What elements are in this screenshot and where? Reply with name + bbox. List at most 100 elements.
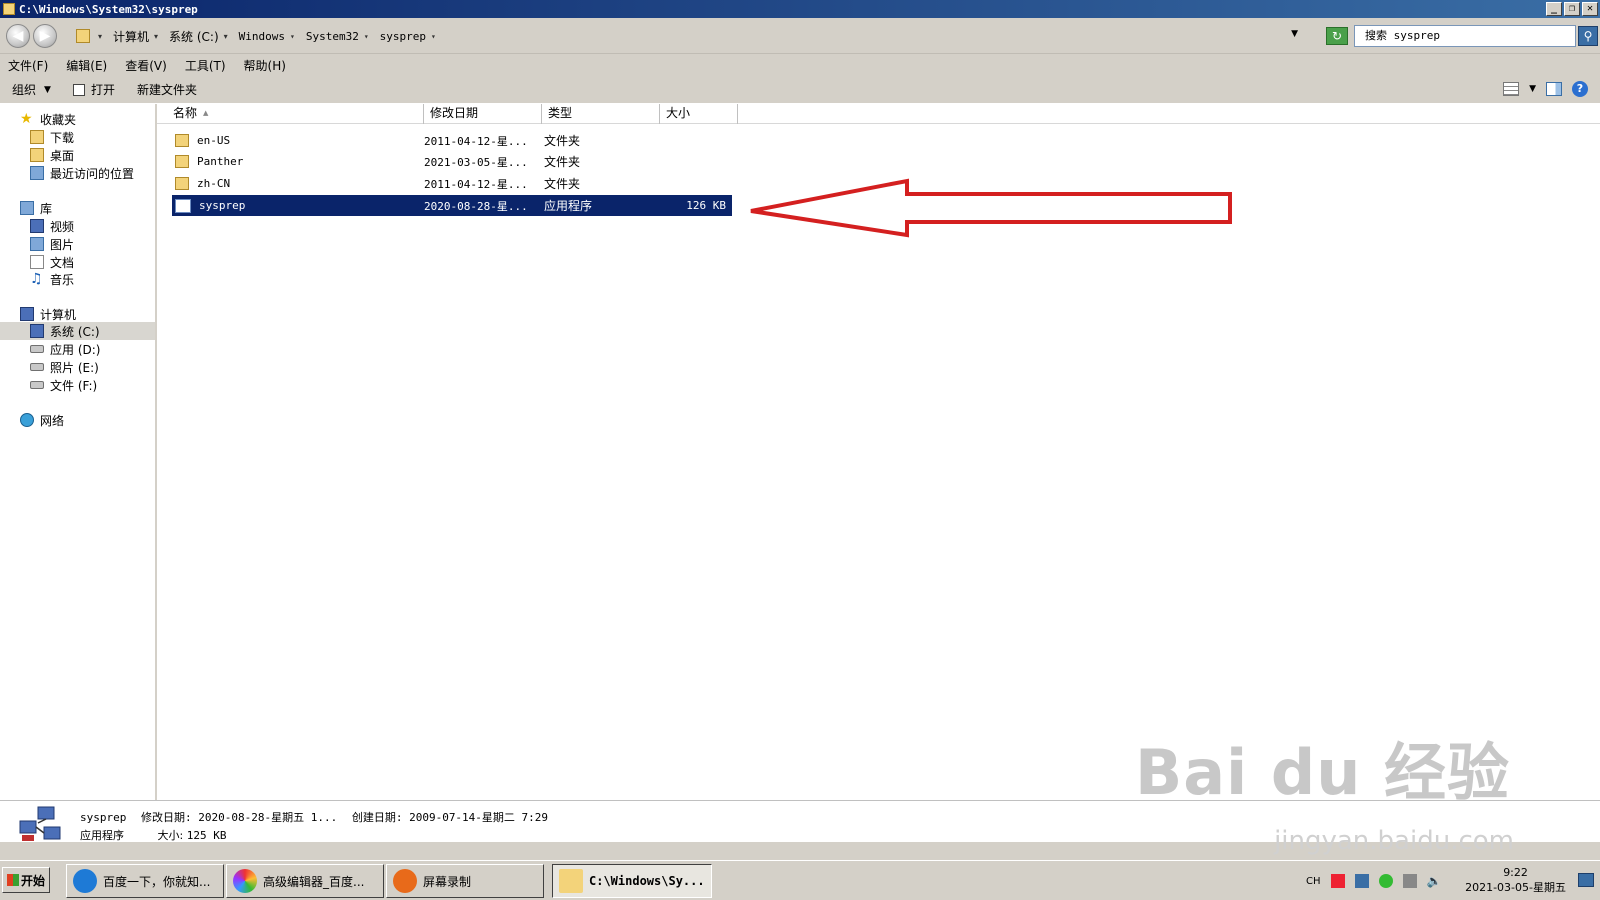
- table-row[interactable]: zh-CN 2011-04-12-星... 文件夹: [172, 173, 732, 194]
- organize-button[interactable]: 组织 ▼: [12, 81, 51, 98]
- open-icon: [72, 83, 85, 96]
- folder-icon: [175, 134, 189, 147]
- start-button[interactable]: 开始: [2, 867, 50, 893]
- column-header-name[interactable]: 名称 ▲: [157, 104, 424, 124]
- taskbar-item-explorer[interactable]: C:\Windows\Sy...: [552, 864, 712, 898]
- file-name: sysprep: [199, 199, 246, 212]
- clock-time: 9:22: [1503, 866, 1528, 879]
- breadcrumb-windows[interactable]: Windows ▾: [239, 30, 300, 43]
- watermark-url: jingyan.baidu.com: [1274, 826, 1514, 856]
- details-file-type: 应用程序: [80, 829, 124, 842]
- column-header-size[interactable]: 大小: [660, 104, 738, 124]
- file-date: 2021-03-05-星...: [424, 155, 528, 169]
- taskbar-item-recorder[interactable]: 屏幕录制: [386, 864, 544, 898]
- menu-tools[interactable]: 工具(T): [185, 57, 226, 74]
- sidebar-item-libraries[interactable]: 库: [20, 199, 52, 217]
- folder-icon: [76, 29, 90, 43]
- star-icon: ★: [20, 111, 33, 127]
- sidebar-item-documents[interactable]: 文档: [30, 253, 74, 271]
- navigation-pane: ★ 收藏夹 下载 桌面 最近访问的位置 库 视频 图片 文档 ♫ 音乐 计算机 系统…: [0, 104, 157, 800]
- new-folder-button[interactable]: 新建文件夹: [137, 81, 197, 98]
- chrome-icon: [233, 869, 257, 893]
- search-icon[interactable]: ⚲: [1578, 26, 1598, 46]
- watermark-logo: Bai du 经验: [1134, 736, 1510, 809]
- taskbar-item-editor[interactable]: 高级编辑器_百度...: [226, 864, 384, 898]
- sidebar-item-computer[interactable]: 计算机: [20, 305, 76, 323]
- sidebar-item-drive-c[interactable]: 系统 (C:): [30, 322, 100, 340]
- details-modified-value: 2020-08-28-星期五 1...: [198, 811, 338, 824]
- system-drive-icon: [30, 324, 44, 338]
- music-icon: ♫: [30, 271, 43, 287]
- sidebar-item-favorites[interactable]: ★ 收藏夹: [20, 110, 76, 128]
- sidebar-item-videos[interactable]: 视频: [30, 217, 74, 235]
- network-tray-icon[interactable]: [1354, 874, 1369, 888]
- file-list: 名称 ▲ 修改日期 类型 大小 en-US 2011-04-12-星... 文件夹…: [157, 104, 1600, 800]
- column-header-date[interactable]: 修改日期: [424, 104, 542, 124]
- display-tray-icon[interactable]: [1402, 874, 1417, 888]
- sidebar-item-music[interactable]: ♫ 音乐: [30, 270, 74, 288]
- chevron-down-icon: ▼: [44, 84, 51, 95]
- drive-icon: [30, 345, 44, 353]
- open-button[interactable]: 打开: [72, 81, 115, 98]
- sidebar-item-drive-f[interactable]: 文件 (F:): [30, 376, 97, 394]
- menu-edit[interactable]: 编辑(E): [66, 57, 107, 74]
- breadcrumb-sysprep[interactable]: sysprep ▾: [380, 30, 441, 43]
- volume-icon[interactable]: 🔈: [1427, 874, 1442, 888]
- folder-icon: [175, 177, 189, 190]
- forward-button[interactable]: ▶: [33, 24, 57, 48]
- menu-help[interactable]: 帮助(H): [244, 57, 286, 74]
- back-button[interactable]: ◀: [6, 24, 30, 48]
- chevron-right-icon[interactable]: ▾: [98, 32, 102, 41]
- help-icon[interactable]: ?: [1572, 81, 1588, 97]
- desktop-folder-icon: [30, 148, 44, 162]
- library-icon: [20, 201, 34, 215]
- sidebar-item-drive-e[interactable]: 照片 (E:): [30, 358, 99, 376]
- details-line-1: sysprep 修改日期: 2020-08-28-星期五 1... 创建日期: …: [80, 809, 548, 825]
- column-header-type[interactable]: 类型: [542, 104, 660, 124]
- preview-pane-icon[interactable]: [1546, 82, 1562, 96]
- breadcrumb-computer[interactable]: 计算机 ▾: [113, 28, 163, 45]
- sidebar-item-drive-d[interactable]: 应用 (D:): [30, 340, 100, 358]
- search-input[interactable]: 搜索 sysprep: [1354, 25, 1576, 47]
- file-type: 文件夹: [544, 177, 581, 191]
- show-desktop-icon[interactable]: [1578, 873, 1594, 887]
- file-date: 2011-04-12-星...: [424, 134, 528, 148]
- sidebar-item-desktop[interactable]: 桌面: [30, 146, 74, 164]
- update-tray-icon[interactable]: [1378, 874, 1393, 888]
- video-icon: [30, 219, 44, 233]
- application-icon: [175, 198, 191, 213]
- clock[interactable]: 9:22 2021-03-05-星期五: [1465, 865, 1566, 895]
- address-row: ◀ ▶ ▾ 计算机 ▾ 系统 (C:) ▾ Windows ▾ System32 ▾ s…: [0, 18, 1600, 54]
- table-row[interactable]: en-US 2011-04-12-星... 文件夹: [172, 130, 732, 151]
- folder-icon: [3, 3, 15, 15]
- table-row[interactable]: Panther 2021-03-05-星... 文件夹: [172, 151, 732, 172]
- table-row-selected[interactable]: sysprep 2020-08-28-星... 应用程序 126 KB: [172, 195, 732, 216]
- clock-date: 2021-03-05-星期五: [1465, 881, 1566, 894]
- view-options-icon[interactable]: [1503, 82, 1520, 96]
- address-dropdown-icon[interactable]: ▼: [1291, 29, 1298, 39]
- minimize-button[interactable]: _: [1546, 2, 1562, 16]
- file-type: 应用程序: [544, 199, 593, 213]
- details-line-2: 应用程序 大小: 125 KB: [80, 827, 226, 843]
- recent-places-icon: [30, 166, 44, 180]
- sidebar-item-downloads[interactable]: 下载: [30, 128, 74, 146]
- refresh-icon[interactable]: ↻: [1326, 27, 1348, 45]
- address-bar[interactable]: ▾ 计算机 ▾ 系统 (C:) ▾ Windows ▾ System32 ▾ syspr…: [70, 24, 1320, 48]
- file-type: 文件夹: [544, 134, 581, 148]
- sidebar-item-recent[interactable]: 最近访问的位置: [30, 164, 134, 182]
- details-modified-label: 修改日期:: [140, 811, 192, 824]
- sogou-ime-icon[interactable]: [1330, 874, 1345, 888]
- restore-button[interactable]: ❐: [1564, 2, 1580, 16]
- sidebar-item-pictures[interactable]: 图片: [30, 235, 74, 253]
- sidebar-item-network[interactable]: 网络: [20, 411, 64, 429]
- breadcrumb-system-c[interactable]: 系统 (C:) ▾: [169, 28, 233, 45]
- menu-view[interactable]: 查看(V): [125, 57, 167, 74]
- taskbar-item-browser[interactable]: 百度一下，你就知...: [66, 864, 224, 898]
- breadcrumb-system32[interactable]: System32 ▾: [306, 30, 374, 43]
- menu-file[interactable]: 文件(F): [8, 57, 48, 74]
- close-button[interactable]: ✕: [1582, 2, 1598, 16]
- screen-recorder-icon: [393, 869, 417, 893]
- chevron-down-icon[interactable]: ▼: [1529, 84, 1536, 94]
- picture-icon: [30, 237, 44, 251]
- input-language[interactable]: CH: [1306, 876, 1321, 887]
